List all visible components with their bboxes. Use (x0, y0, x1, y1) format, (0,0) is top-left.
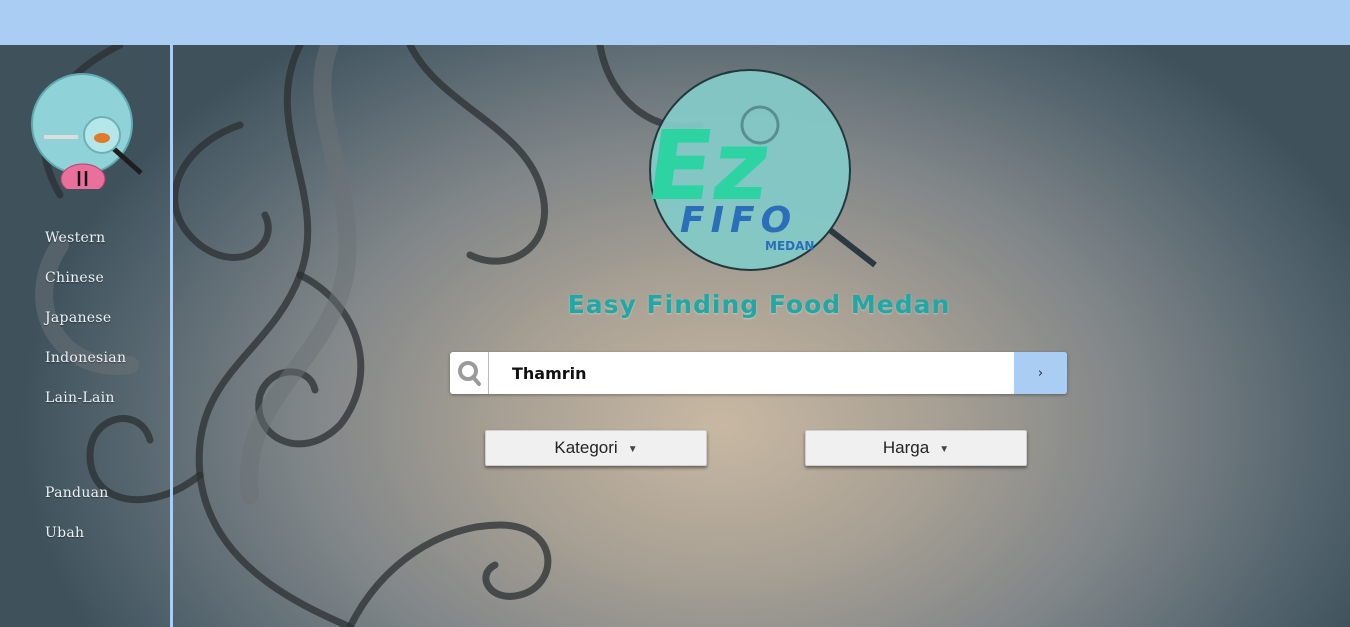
kategori-dropdown-label: Kategori (554, 438, 618, 457)
app-logo-small[interactable] (28, 69, 148, 195)
sidebar-item-lain-lain[interactable]: Lain-Lain (45, 390, 115, 406)
search-icon (458, 361, 481, 386)
sidebar-link-panduan[interactable]: Panduan (45, 485, 109, 501)
search-icon-container (450, 352, 489, 394)
app-logo: Ez FIFO MEDAN (640, 65, 890, 279)
search-submit-button[interactable]: › (1014, 352, 1067, 394)
kategori-dropdown[interactable]: Kategori ▼ (485, 430, 707, 466)
harga-dropdown-label: Harga (882, 438, 930, 457)
search-input[interactable] (500, 352, 960, 394)
sidebar-divider (170, 45, 173, 627)
logo-wordmark: FIFO (680, 200, 797, 241)
caret-down-icon: ▼ (939, 444, 950, 455)
sidebar-item-western[interactable]: Western (45, 230, 105, 246)
page-title: Easy Finding Food Medan (567, 290, 951, 319)
caret-down-icon: ▼ (627, 444, 638, 455)
top-bar (0, 0, 1350, 45)
harga-dropdown[interactable]: Harga ▼ (805, 430, 1027, 466)
chevron-right-icon: › (1037, 365, 1044, 381)
logo-city: MEDAN (765, 239, 814, 253)
sidebar-link-ubah[interactable]: Ubah (45, 525, 84, 541)
page-background: Western Chinese Japanese Indonesian Lain… (0, 45, 1350, 627)
search-bar: › (450, 352, 1067, 394)
sidebar-item-indonesian[interactable]: Indonesian (45, 350, 126, 366)
sidebar-item-chinese[interactable]: Chinese (45, 270, 104, 286)
